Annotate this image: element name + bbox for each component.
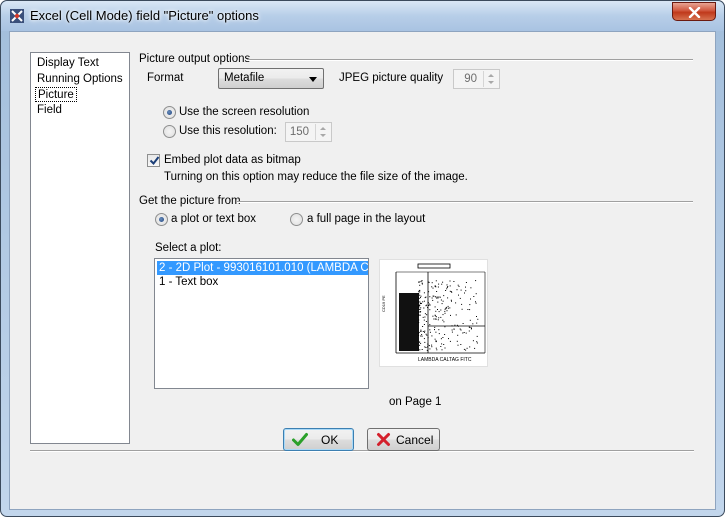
jpeg-quality-value: 90 — [464, 73, 477, 85]
checkmark-icon — [149, 156, 160, 166]
plot-preview-thumbnail: CD19 PE LAMBDA CALTAG FITC — [379, 259, 488, 367]
list-item[interactable]: 1 - Text box — [157, 275, 218, 289]
spin-up-icon[interactable] — [320, 127, 326, 130]
custom-resolution-label[interactable]: Use this resolution: — [179, 125, 277, 137]
page-source-label[interactable]: a full page in the layout — [307, 213, 425, 225]
dialog-window: Excel (Cell Mode) field "Picture" option… — [0, 0, 725, 517]
spin-down-icon[interactable] — [320, 134, 326, 137]
x-icon — [377, 433, 390, 446]
preview-scatter-points — [418, 280, 479, 351]
ok-button[interactable]: OK — [283, 428, 354, 451]
footer-divider — [30, 450, 694, 452]
page-indicator-label: on Page 1 — [389, 396, 442, 408]
screen-resolution-radio[interactable] — [163, 106, 176, 119]
resolution-spin-buttons[interactable] — [315, 124, 330, 140]
source-group-divider — [237, 201, 693, 203]
format-value: Metafile — [224, 72, 265, 84]
select-plot-label: Select a plot: — [155, 242, 222, 254]
close-button[interactable] — [672, 2, 716, 21]
title-bar[interactable]: Excel (Cell Mode) field "Picture" option… — [1, 1, 724, 31]
page-source-radio[interactable] — [290, 213, 303, 226]
plot-source-radio[interactable] — [155, 213, 168, 226]
nav-item-picture[interactable]: Picture — [35, 87, 77, 102]
window-title: Excel (Cell Mode) field "Picture" option… — [30, 8, 259, 23]
checkmark-icon — [292, 433, 308, 446]
nav-item-running-options[interactable]: Running Options — [35, 72, 125, 87]
dialog-client: Display Text Running Options Picture Fie… — [9, 31, 716, 510]
plot-source-label[interactable]: a plot or text box — [171, 213, 256, 225]
output-group-label: Picture output options — [139, 53, 251, 65]
resolution-stepper[interactable]: 150 — [285, 122, 332, 142]
chevron-down-icon — [309, 77, 317, 82]
spin-down-icon[interactable] — [488, 81, 494, 84]
cancel-button-label: Cancel — [396, 433, 434, 447]
format-select[interactable]: Metafile — [218, 68, 324, 89]
options-nav-list[interactable]: Display Text Running Options Picture Fie… — [30, 52, 130, 444]
plot-listbox[interactable]: 2 - 2D Plot - 993016101.010 (LAMBDA CALT… — [154, 258, 369, 389]
embed-bitmap-checkbox[interactable] — [147, 154, 160, 167]
preview-y-axis-label: CD19 PE — [381, 295, 386, 312]
output-group-divider — [247, 59, 693, 61]
jpeg-quality-label: JPEG picture quality — [339, 72, 444, 84]
cancel-button[interactable]: Cancel — [367, 428, 440, 451]
plot-preview-image: CD19 PE LAMBDA CALTAG FITC — [381, 263, 486, 363]
preview-x-axis-label: LAMBDA CALTAG FITC — [418, 357, 472, 363]
format-label: Format — [147, 72, 184, 84]
jpeg-quality-stepper[interactable]: 90 — [453, 69, 500, 89]
embed-bitmap-note: Turning on this option may reduce the fi… — [164, 171, 468, 183]
close-icon — [688, 7, 701, 18]
jpeg-quality-spin-buttons[interactable] — [483, 71, 498, 87]
embed-bitmap-label[interactable]: Embed plot data as bitmap — [164, 154, 301, 166]
custom-resolution-radio[interactable] — [163, 125, 176, 138]
app-icon[interactable] — [9, 8, 25, 24]
spin-up-icon[interactable] — [488, 74, 494, 77]
source-group-label: Get the picture from — [139, 195, 241, 207]
ok-button-label: OK — [321, 433, 339, 447]
nav-item-display-text[interactable]: Display Text — [35, 56, 101, 71]
list-item[interactable]: 2 - 2D Plot - 993016101.010 (LAMBDA CALT… — [157, 261, 368, 275]
resolution-value: 150 — [289, 126, 309, 138]
screen-resolution-label[interactable]: Use the screen resolution — [179, 106, 309, 118]
nav-item-field[interactable]: Field — [35, 103, 64, 118]
